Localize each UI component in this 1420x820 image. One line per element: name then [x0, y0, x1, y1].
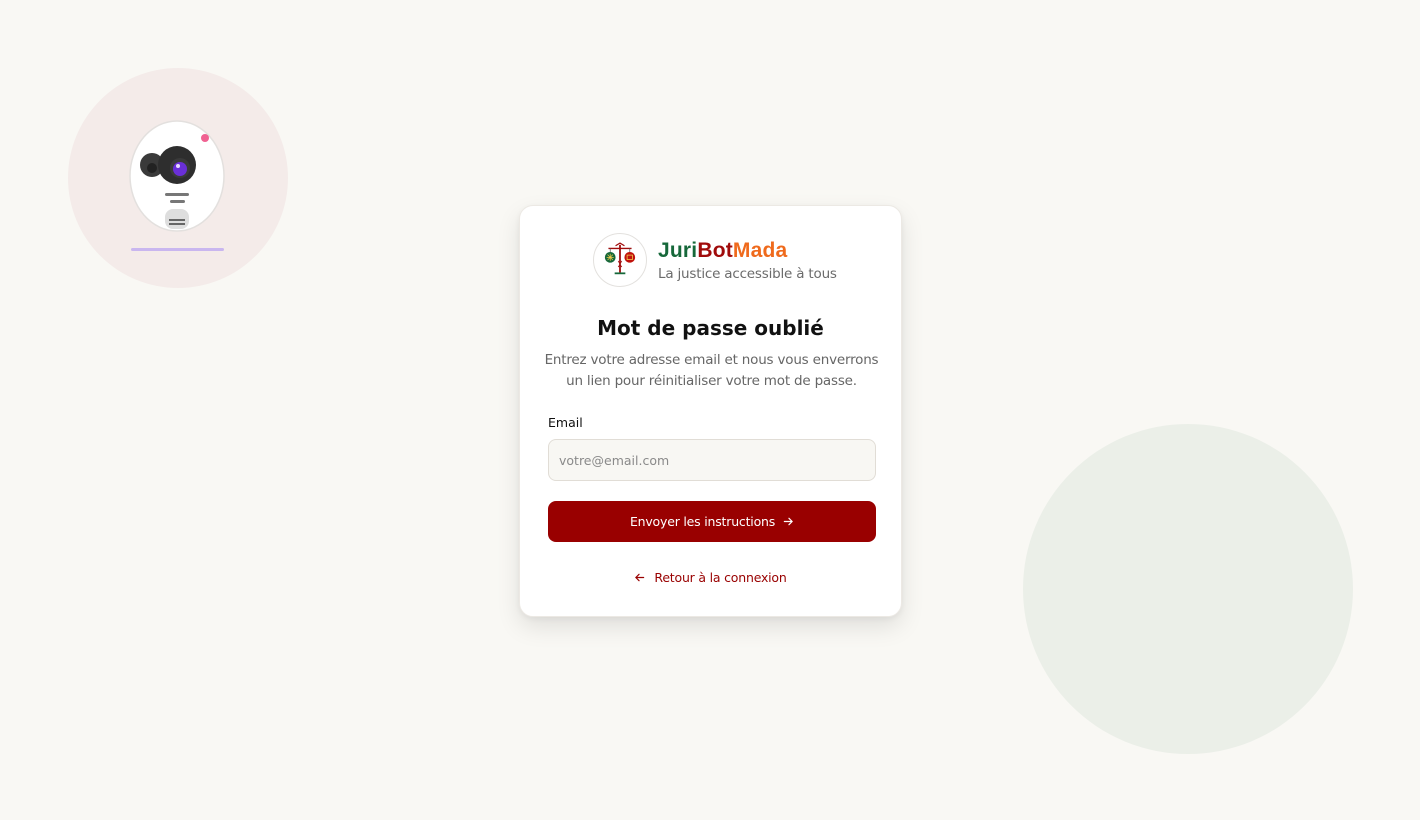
email-field[interactable]	[548, 439, 876, 481]
brand-name: JuriBotMada	[658, 238, 837, 264]
scales-of-justice-icon	[604, 242, 636, 275]
brand-name-mada: Mada	[732, 239, 788, 262]
arrow-left-icon	[634, 572, 645, 583]
send-instructions-label: Envoyer les instructions	[629, 514, 776, 529]
page-title: Mot de passe oublié	[597, 316, 824, 340]
arrow-right-icon	[783, 516, 794, 527]
send-instructions-button[interactable]: Envoyer les instructions	[548, 501, 876, 542]
brand-tagline: La justice accessible à tous	[658, 266, 837, 282]
decorative-circle-right	[1023, 424, 1353, 754]
forgot-password-card: JuriBotMada La justice accessible à tous…	[519, 205, 902, 617]
brand-name-juri: Juri	[658, 239, 698, 262]
email-label: Email	[548, 415, 583, 430]
back-to-login-link[interactable]: Retour à la connexion	[520, 570, 901, 585]
brand-logo	[593, 233, 647, 287]
robot-camera-icon	[129, 120, 225, 251]
brand-header: JuriBotMada La justice accessible à tous	[593, 233, 837, 287]
brand-name-bot: Bot	[697, 239, 733, 262]
back-to-login-label: Retour à la connexion	[654, 570, 787, 585]
brand-text: JuriBotMada La justice accessible à tous	[658, 238, 837, 282]
page-description: Entrez votre adresse email et nous vous …	[544, 352, 879, 389]
